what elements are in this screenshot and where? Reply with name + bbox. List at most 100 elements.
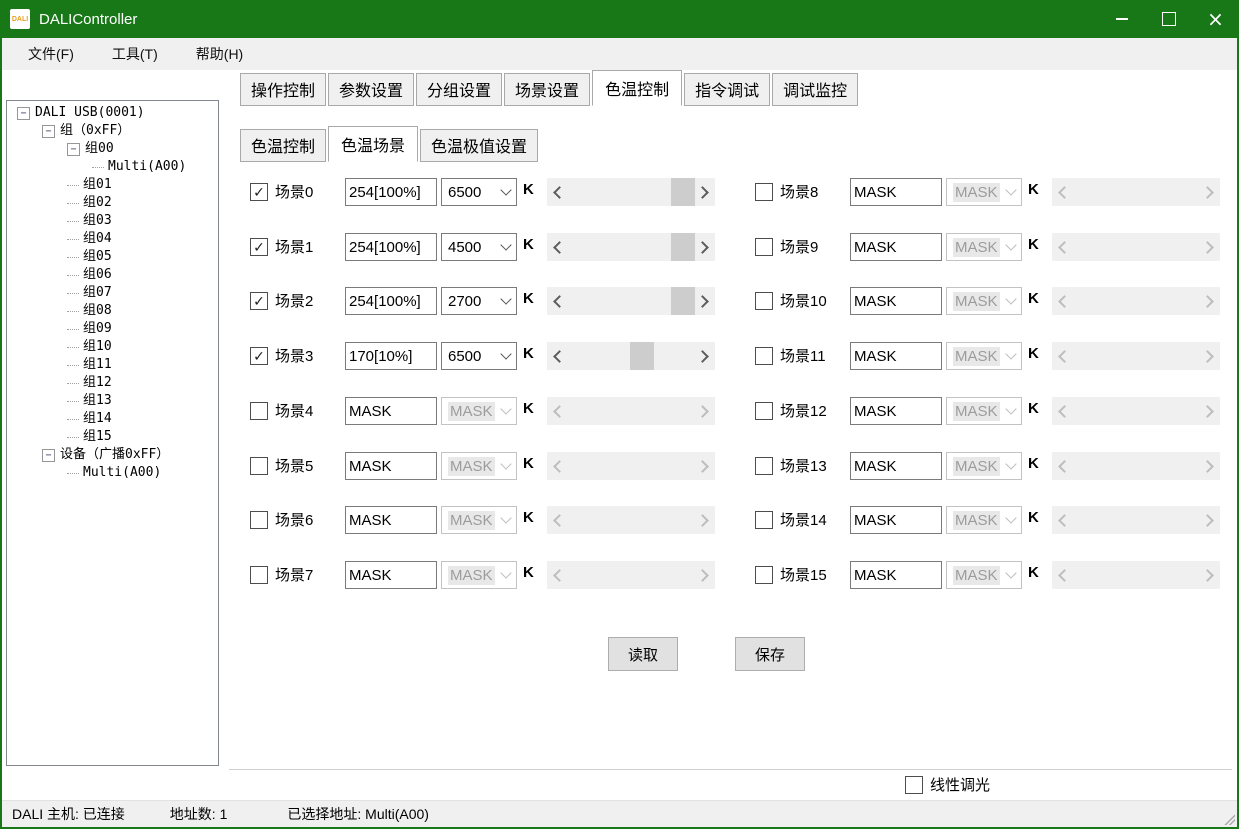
tree-item[interactable]: 组04 [7,230,218,248]
scroll-left-icon[interactable] [553,350,566,363]
scroll-left-icon[interactable] [1058,350,1071,363]
tree-item[interactable]: 组14 [7,410,218,428]
scroll-right-icon[interactable] [1201,186,1214,199]
scene-temp-scrollbar[interactable] [547,178,715,206]
menu-item[interactable]: 帮助(H) [182,44,257,64]
tree-item[interactable]: 组05 [7,248,218,266]
scroll-left-icon[interactable] [1058,295,1071,308]
scroll-right-icon[interactable] [696,241,709,254]
tree-item[interactable]: 组02 [7,194,218,212]
scene-temp-combo[interactable]: 6500 [441,178,517,206]
scene-level-input[interactable] [345,178,437,206]
tab-main-6[interactable]: 调试监控 [772,73,858,106]
tree-item[interactable]: 组03 [7,212,218,230]
scene-temp-combo[interactable]: MASK [946,178,1022,206]
tree-item[interactable]: 组15 [7,428,218,446]
tab-sub-0[interactable]: 色温控制 [240,129,326,162]
tree-item[interactable]: −组00 [7,140,218,158]
tab-sub-1[interactable]: 色温场景 [328,126,418,162]
device-tree[interactable]: −DALI USB(0001)−组（0xFF）−组00Multi(A00)组01… [6,100,219,766]
tab-main-2[interactable]: 分组设置 [416,73,502,106]
scene-checkbox[interactable]: ✓ [250,183,268,201]
tree-item[interactable]: −设备（广播0xFF） [7,446,218,464]
scene-checkbox[interactable]: ✓ [755,402,773,420]
scene-temp-combo[interactable]: MASK [441,397,517,425]
tree-item[interactable]: Multi(A00) [7,464,218,482]
tree-item[interactable]: 组01 [7,176,218,194]
tab-main-4[interactable]: 色温控制 [592,70,682,106]
scene-checkbox[interactable]: ✓ [755,457,773,475]
save-button[interactable]: 保存 [735,637,805,671]
tree-item[interactable]: 组09 [7,320,218,338]
scene-temp-scrollbar[interactable] [547,233,715,261]
tree-expander-icon[interactable]: − [67,143,80,156]
resize-grip-icon[interactable] [1223,813,1235,825]
scene-level-input[interactable] [850,561,942,589]
scroll-left-icon[interactable] [553,186,566,199]
scroll-right-icon[interactable] [696,186,709,199]
scroll-right-icon[interactable] [1201,295,1214,308]
scene-checkbox[interactable]: ✓ [755,238,773,256]
linear-dimming-checkbox[interactable] [905,776,923,794]
scene-level-input[interactable] [850,452,942,480]
scroll-right-icon[interactable] [1201,241,1214,254]
tree-item[interactable]: 组11 [7,356,218,374]
minimize-button[interactable] [1098,0,1145,38]
tab-main-1[interactable]: 参数设置 [328,73,414,106]
tree-expander-icon[interactable]: − [17,107,30,120]
scroll-left-icon[interactable] [1058,405,1071,418]
scene-temp-combo[interactable]: MASK [946,233,1022,261]
scroll-right-icon[interactable] [1201,405,1214,418]
scene-temp-combo[interactable]: 4500 [441,233,517,261]
scene-level-input[interactable] [345,452,437,480]
scrollbar-thumb[interactable] [671,287,695,315]
scene-level-input[interactable] [850,397,942,425]
scene-checkbox[interactable]: ✓ [755,347,773,365]
scene-checkbox[interactable]: ✓ [250,457,268,475]
scroll-left-icon[interactable] [1058,241,1071,254]
tab-main-5[interactable]: 指令调试 [684,73,770,106]
scene-checkbox[interactable]: ✓ [755,566,773,584]
scroll-left-icon[interactable] [553,514,566,527]
scrollbar-thumb[interactable] [671,233,695,261]
tree-item[interactable]: 组10 [7,338,218,356]
scene-temp-scrollbar[interactable] [547,506,715,534]
menu-item[interactable]: 工具(T) [98,44,172,64]
maximize-button[interactable] [1145,0,1192,38]
scene-checkbox[interactable]: ✓ [755,511,773,529]
scene-temp-combo[interactable]: MASK [441,561,517,589]
scroll-left-icon[interactable] [1058,186,1071,199]
scene-level-input[interactable] [850,506,942,534]
scene-checkbox[interactable]: ✓ [755,183,773,201]
scene-level-input[interactable] [850,287,942,315]
scene-temp-combo[interactable]: 2700 [441,287,517,315]
scene-level-input[interactable] [345,287,437,315]
scene-checkbox[interactable]: ✓ [250,566,268,584]
scroll-left-icon[interactable] [553,569,566,582]
scroll-left-icon[interactable] [553,460,566,473]
tree-item[interactable]: 组12 [7,374,218,392]
scroll-left-icon[interactable] [553,405,566,418]
scene-level-input[interactable] [345,397,437,425]
scene-level-input[interactable] [850,233,942,261]
scroll-right-icon[interactable] [696,514,709,527]
scene-temp-combo[interactable]: 6500 [441,342,517,370]
scene-temp-scrollbar[interactable] [547,397,715,425]
scene-temp-combo[interactable]: MASK [441,452,517,480]
scroll-right-icon[interactable] [1201,460,1214,473]
scroll-left-icon[interactable] [1058,460,1071,473]
scene-temp-scrollbar[interactable] [547,561,715,589]
scene-level-input[interactable] [345,506,437,534]
scene-checkbox[interactable]: ✓ [250,238,268,256]
tree-item[interactable]: 组08 [7,302,218,320]
scroll-right-icon[interactable] [1201,350,1214,363]
scene-level-input[interactable] [850,342,942,370]
tree-item[interactable]: 组13 [7,392,218,410]
scene-temp-combo[interactable]: MASK [441,506,517,534]
scene-checkbox[interactable]: ✓ [250,402,268,420]
scroll-right-icon[interactable] [696,295,709,308]
scene-level-input[interactable] [345,233,437,261]
scroll-right-icon[interactable] [1201,569,1214,582]
scene-temp-scrollbar[interactable] [1052,561,1220,589]
scroll-right-icon[interactable] [1201,514,1214,527]
